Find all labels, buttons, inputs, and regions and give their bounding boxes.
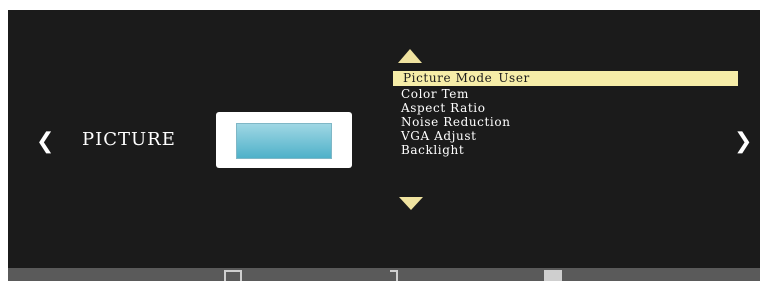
menu-item-backlight[interactable]: Backlight xyxy=(393,143,738,157)
previous-page-arrow-icon[interactable]: ❮ xyxy=(36,131,54,153)
menu-item-vga-adjust[interactable]: VGA Adjust xyxy=(393,129,738,143)
menu-item-picture-mode[interactable]: Picture Mode User xyxy=(393,71,738,86)
menu-item-label: Picture Mode xyxy=(403,71,493,85)
section-title: PICTURE xyxy=(82,129,176,150)
scroll-down-arrow-icon[interactable] xyxy=(399,197,423,210)
menu-item-label: Backlight xyxy=(401,143,465,157)
menu-item-label: VGA Adjust xyxy=(401,129,477,143)
picture-preview-screen xyxy=(236,123,332,159)
scroll-up-arrow-icon[interactable] xyxy=(398,49,422,63)
picture-tab-icon[interactable] xyxy=(224,270,242,281)
next-page-arrow-icon[interactable]: ❯ xyxy=(734,131,752,153)
menu-item-noise-reduction[interactable]: Noise Reduction xyxy=(393,115,738,129)
menu-item-label: Aspect Ratio xyxy=(401,101,486,115)
menu-item-aspect-ratio[interactable]: Aspect Ratio xyxy=(393,101,738,115)
picture-preview-frame xyxy=(216,112,352,168)
menu-item-color-tem[interactable]: Color Tem xyxy=(393,87,738,101)
menu-item-value: User xyxy=(498,71,530,85)
menu-item-label: Color Tem xyxy=(401,87,469,101)
setup-tab-icon[interactable] xyxy=(544,270,562,281)
picture-settings-menu: Picture Mode User Color Tem Aspect Ratio … xyxy=(393,71,738,157)
sound-tab-icon[interactable] xyxy=(384,270,402,281)
menu-item-label: Noise Reduction xyxy=(401,115,511,129)
